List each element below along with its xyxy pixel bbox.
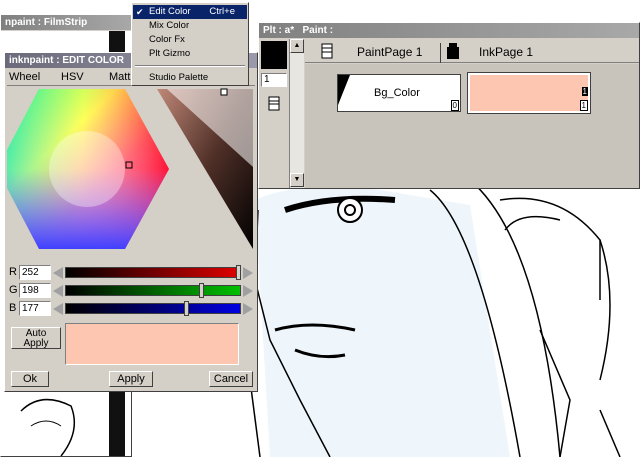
swatch-selected-index: 1	[581, 87, 588, 96]
slider-left-arrow-icon[interactable]	[53, 303, 63, 315]
tab-wheel[interactable]: Wheel	[9, 71, 40, 83]
menu-item-label: Edit Color	[149, 6, 191, 17]
slider-right-arrow-icon[interactable]	[243, 267, 253, 279]
color-preview	[65, 323, 239, 365]
slider-track[interactable]	[65, 267, 241, 278]
menu-item-edit-color[interactable]: ✔ Edit Color Ctrl+e	[133, 5, 247, 19]
paint-page-icon	[319, 42, 335, 60]
palette-title-2: Paint :	[302, 25, 334, 36]
tab-ink-page[interactable]: InkPage 1	[465, 43, 565, 63]
swatch-bg-color[interactable]: Bg_Color 0	[337, 74, 461, 112]
menu-item-shortcut: Ctrl+e	[209, 6, 235, 17]
slider-thumb[interactable]	[199, 283, 204, 298]
swatch-selected-color[interactable]: 1 1	[467, 72, 591, 114]
menu-item-label: Color Fx	[149, 34, 185, 45]
palette-titlebar: Plt : a* Paint :	[259, 23, 639, 38]
slider-value-field[interactable]: 252	[19, 265, 51, 280]
scroll-up-button[interactable]: ▲	[290, 39, 304, 53]
slider-track[interactable]	[65, 285, 241, 296]
palette-swatch-area: Bg_Color 0 1 1	[305, 64, 639, 188]
slider-value-field[interactable]: 177	[19, 301, 51, 316]
slider-row-r: R 252	[7, 265, 255, 281]
slider-right-arrow-icon[interactable]	[243, 303, 253, 315]
page-number-field[interactable]: 1	[261, 73, 287, 87]
menu-separator	[135, 65, 245, 67]
slider-row-b: B 177	[7, 301, 255, 317]
apply-button[interactable]: Apply	[109, 371, 153, 387]
slider-value-field[interactable]: 198	[19, 283, 51, 298]
tab-matt[interactable]: Matt	[109, 71, 130, 83]
swatch-selected-fill: 1 1	[470, 75, 588, 111]
filmstrip-titlebar: npaint : FilmStrip	[1, 15, 131, 30]
menu-items: ✔ Edit Color Ctrl+e Mix Color Color Fx Plt Gi…	[133, 5, 247, 85]
page-number: 1	[264, 74, 270, 85]
ink-page-icon	[445, 42, 461, 60]
palette-scrollbar[interactable]: ▲ ▼	[289, 39, 304, 188]
triangle-cursor	[220, 88, 228, 96]
color-chip-black[interactable]	[261, 41, 287, 69]
palette-context-menu: ✔ Edit Color Ctrl+e Mix Color Color Fx Plt Gi…	[131, 2, 249, 86]
ok-button[interactable]: Ok	[11, 371, 49, 387]
slider-thumb[interactable]	[236, 265, 241, 280]
slider-row-g: G 198	[7, 283, 255, 299]
palette-left-column: 1	[259, 39, 289, 188]
edit-color-window: inknpaint : EDIT COLOR Wheel HSV Matt R …	[4, 52, 258, 392]
palette-window: Plt : a* Paint : 1 ▲ ▼ PaintPage 1 InkPa…	[258, 22, 640, 189]
slider-left-arrow-icon[interactable]	[53, 267, 63, 279]
slider-right-arrow-icon[interactable]	[243, 285, 253, 297]
cancel-button[interactable]: Cancel	[209, 371, 253, 387]
filmstrip-title: npaint : FilmStrip	[5, 17, 88, 28]
slider-thumb[interactable]	[184, 301, 189, 316]
menu-item-color-fx[interactable]: Color Fx	[133, 33, 247, 47]
tab-ink-page-label: InkPage 1	[479, 45, 534, 59]
paint-bucket-icon[interactable]	[266, 94, 282, 112]
menu-item-studio-palette[interactable]: Studio Palette	[133, 71, 247, 85]
menu-item-mix-color[interactable]: Mix Color	[133, 19, 247, 33]
menu-item-plt-gizmo[interactable]: Plt Gizmo	[133, 47, 247, 61]
palette-title: Plt : a*	[263, 25, 295, 36]
palette-tab-strip: PaintPage 1 InkPage 1	[305, 39, 639, 63]
rgb-sliders: R 252 G 198 B 177	[7, 265, 255, 317]
swatch-bg-name: Bg_Color	[374, 87, 420, 99]
slider-label: B	[9, 302, 17, 314]
swatch-bg-index: 0	[450, 100, 459, 111]
swatch-corner-mark	[338, 75, 350, 105]
slider-left-arrow-icon[interactable]	[53, 285, 63, 297]
swatch-selected-extra: 1	[579, 100, 588, 111]
checkmark-icon: ✔	[136, 7, 144, 17]
slider-label: G	[9, 284, 18, 296]
edit-color-title: inknpaint : EDIT COLOR	[9, 55, 124, 66]
slider-track[interactable]	[65, 303, 241, 314]
tab-hsv[interactable]: HSV	[61, 71, 84, 83]
color-wheel[interactable]	[7, 87, 257, 262]
auto-apply-button[interactable]: Auto Apply	[11, 327, 61, 349]
menu-item-label: Mix Color	[149, 20, 190, 31]
scroll-down-button[interactable]: ▼	[290, 173, 304, 187]
menu-item-label: Studio Palette	[149, 72, 209, 83]
slider-label: R	[9, 266, 17, 278]
tab-paint-page[interactable]: PaintPage 1	[341, 43, 441, 63]
menu-item-label: Plt Gizmo	[149, 48, 191, 59]
tab-paint-page-label: PaintPage 1	[357, 45, 423, 59]
